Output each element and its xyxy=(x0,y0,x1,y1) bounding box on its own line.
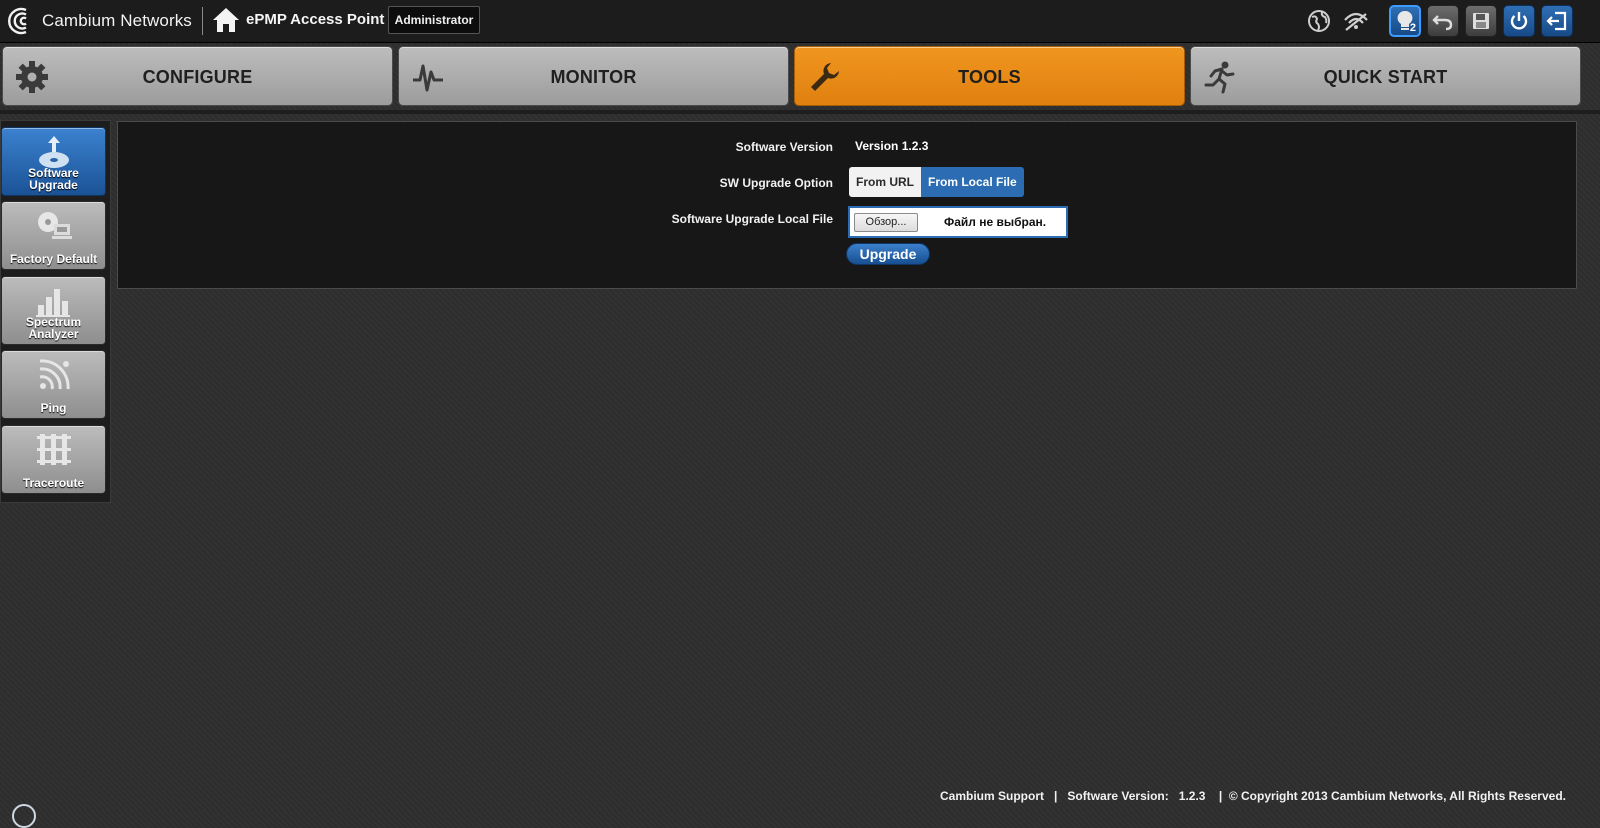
footer-version-label: Software Version: xyxy=(1067,789,1169,803)
save-icon[interactable] xyxy=(1465,5,1497,37)
browse-button[interactable]: Обзор... xyxy=(854,213,918,232)
sidebar-item-label: Ping xyxy=(40,401,67,415)
product-name: ePMP Access Point xyxy=(246,11,385,28)
factory-reset-icon xyxy=(38,212,72,239)
sidebar-item-ping[interactable]: Ping xyxy=(1,350,106,419)
globe-icon[interactable] xyxy=(1303,5,1335,37)
upgrade-disc-icon xyxy=(39,136,69,168)
footer-version-value: 1.2.3 xyxy=(1178,789,1206,803)
tab-configure[interactable]: CONFIGURE xyxy=(2,46,393,106)
tab-monitor[interactable]: MONITOR xyxy=(398,46,789,106)
notification-count: 2 xyxy=(1409,22,1416,34)
sidebar-item-factory-default[interactable]: Factory Default xyxy=(1,201,106,270)
footer-separator: | xyxy=(1218,789,1223,803)
tab-label: QUICK START xyxy=(1323,67,1448,87)
upgrade-option-label: SW Upgrade Option xyxy=(719,176,833,190)
sidebar-item-label: Factory Default xyxy=(9,252,98,266)
tab-quick-start[interactable]: QUICK START xyxy=(1190,46,1581,106)
option-from-url-button[interactable]: From URL xyxy=(849,167,921,197)
signal-icon xyxy=(39,359,70,390)
power-icon[interactable] xyxy=(1503,5,1535,37)
option-from-local-file-button[interactable]: From Local File xyxy=(921,167,1024,197)
corner-circle-icon xyxy=(12,804,36,828)
upgrade-option-toggle: From URL From Local File xyxy=(849,167,1024,197)
tab-label: MONITOR xyxy=(550,67,637,87)
brand: Cambium Networks xyxy=(6,6,192,36)
local-file-label: Software Upgrade Local File xyxy=(671,212,833,226)
wireless-icon[interactable] xyxy=(1340,5,1372,37)
brand-name: Cambium Networks xyxy=(42,11,192,30)
header-divider xyxy=(202,7,203,35)
sidebar-item-software-upgrade[interactable]: Software Upgrade xyxy=(1,127,106,196)
file-input[interactable]: Обзор... Файл не выбран. xyxy=(848,206,1068,238)
network-grid-icon xyxy=(37,434,71,465)
tab-tools[interactable]: TOOLS xyxy=(794,46,1185,106)
footer-separator: | xyxy=(1054,789,1058,803)
top-header: Cambium Networks ePMP Access Point Admin… xyxy=(0,0,1600,43)
software-version-label: Software Version xyxy=(735,140,833,154)
sidebar-item-spectrum-analyzer[interactable]: Spectrum Analyzer xyxy=(1,276,106,345)
file-status-text: Файл не выбран. xyxy=(944,215,1047,229)
sidebar-item-traceroute[interactable]: Traceroute xyxy=(1,425,106,494)
sidebar-item-label: Spectrum Analyzer xyxy=(25,315,82,341)
lightbulb-icon[interactable]: 2 xyxy=(1389,5,1421,37)
tab-label: TOOLS xyxy=(958,67,1021,87)
logout-icon[interactable] xyxy=(1541,5,1573,37)
software-upgrade-panel xyxy=(117,121,1577,289)
tools-sidebar: Software Upgrade Factory Default Spectru… xyxy=(0,120,111,503)
user-role-badge[interactable]: Administrator xyxy=(388,6,480,34)
tab-label: CONFIGURE xyxy=(142,67,253,87)
sidebar-item-label: Traceroute xyxy=(22,476,85,490)
home-icon[interactable] xyxy=(211,5,241,35)
support-link[interactable]: Cambium Support xyxy=(940,789,1044,803)
bar-chart-icon xyxy=(36,289,70,317)
cambium-logo-icon xyxy=(8,7,27,35)
tab-underline xyxy=(0,110,1600,114)
upgrade-button[interactable]: Upgrade xyxy=(846,243,930,265)
software-version-value: Version 1.2.3 xyxy=(855,139,929,153)
sidebar-item-label: Software Upgrade xyxy=(28,166,79,192)
copyright-text: © Copyright 2013 Cambium Networks, All R… xyxy=(1228,789,1566,803)
footer: Cambium Support | Software Version: 1.2.… xyxy=(940,789,1566,803)
undo-icon[interactable] xyxy=(1427,5,1459,37)
